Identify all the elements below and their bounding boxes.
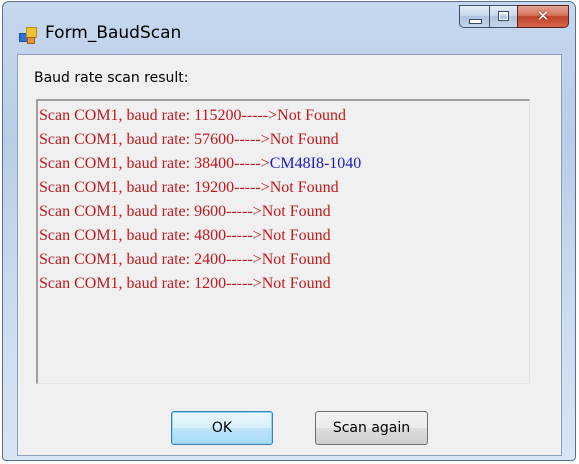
title-bar[interactable]: Form_BaudScan ✕ [3,2,575,58]
result-label: Baud rate scan result: [34,70,189,86]
result-line: Scan COM1, baud rate: 9600----->Not Foun… [39,200,529,224]
result-line: Scan COM1, baud rate: 38400----->CM48I8-… [39,152,529,176]
result-line-prefix: Scan COM1, baud rate: 38400-----> [39,155,270,172]
dialog-window: Form_BaudScan ✕ Baud rate scan result: S… [2,1,576,461]
scan-again-button[interactable]: Scan again [315,411,428,445]
maximize-button[interactable] [489,5,517,28]
maximize-icon [498,11,509,21]
result-line: Scan COM1, baud rate: 19200----->Not Fou… [39,176,529,200]
window-title: Form_BaudScan [45,23,182,43]
result-line: Scan COM1, baud rate: 2400----->Not Foun… [39,248,529,272]
result-status-not-found: Not Found [269,131,339,148]
result-line-prefix: Scan COM1, baud rate: 115200-----> [39,107,278,124]
result-status-not-found: Not Found [261,251,331,268]
result-line-prefix: Scan COM1, baud rate: 57600-----> [39,131,270,148]
minimize-button[interactable] [459,5,489,28]
result-line-prefix: Scan COM1, baud rate: 2400-----> [39,251,262,268]
result-line: Scan COM1, baud rate: 4800----->Not Foun… [39,224,529,248]
result-status-not-found: Not Found [261,227,331,244]
result-status-not-found: Not Found [261,275,331,292]
result-list[interactable]: Scan COM1, baud rate: 115200----->Not Fo… [36,99,530,384]
result-line-prefix: Scan COM1, baud rate: 4800-----> [39,227,262,244]
result-line-prefix: Scan COM1, baud rate: 9600-----> [39,203,262,220]
minimize-icon [469,19,482,24]
caption-buttons: ✕ [459,5,569,31]
result-line: Scan COM1, baud rate: 57600----->Not Fou… [39,128,529,152]
close-button[interactable]: ✕ [517,5,569,28]
result-status-found: CM48I8-1040 [269,155,362,172]
client-area: Baud rate scan result: Scan COM1, baud r… [17,54,562,456]
ok-button[interactable]: OK [171,411,273,445]
result-status-not-found: Not Found [269,179,339,196]
result-line-prefix: Scan COM1, baud rate: 1200-----> [39,275,262,292]
result-status-not-found: Not Found [277,107,347,124]
result-line: Scan COM1, baud rate: 115200----->Not Fo… [39,104,529,128]
result-line: Scan COM1, baud rate: 1200----->Not Foun… [39,272,529,296]
app-form-icon[interactable] [19,27,37,44]
result-line-prefix: Scan COM1, baud rate: 19200-----> [39,179,270,196]
close-icon: ✕ [536,7,550,25]
result-status-not-found: Not Found [261,203,331,220]
